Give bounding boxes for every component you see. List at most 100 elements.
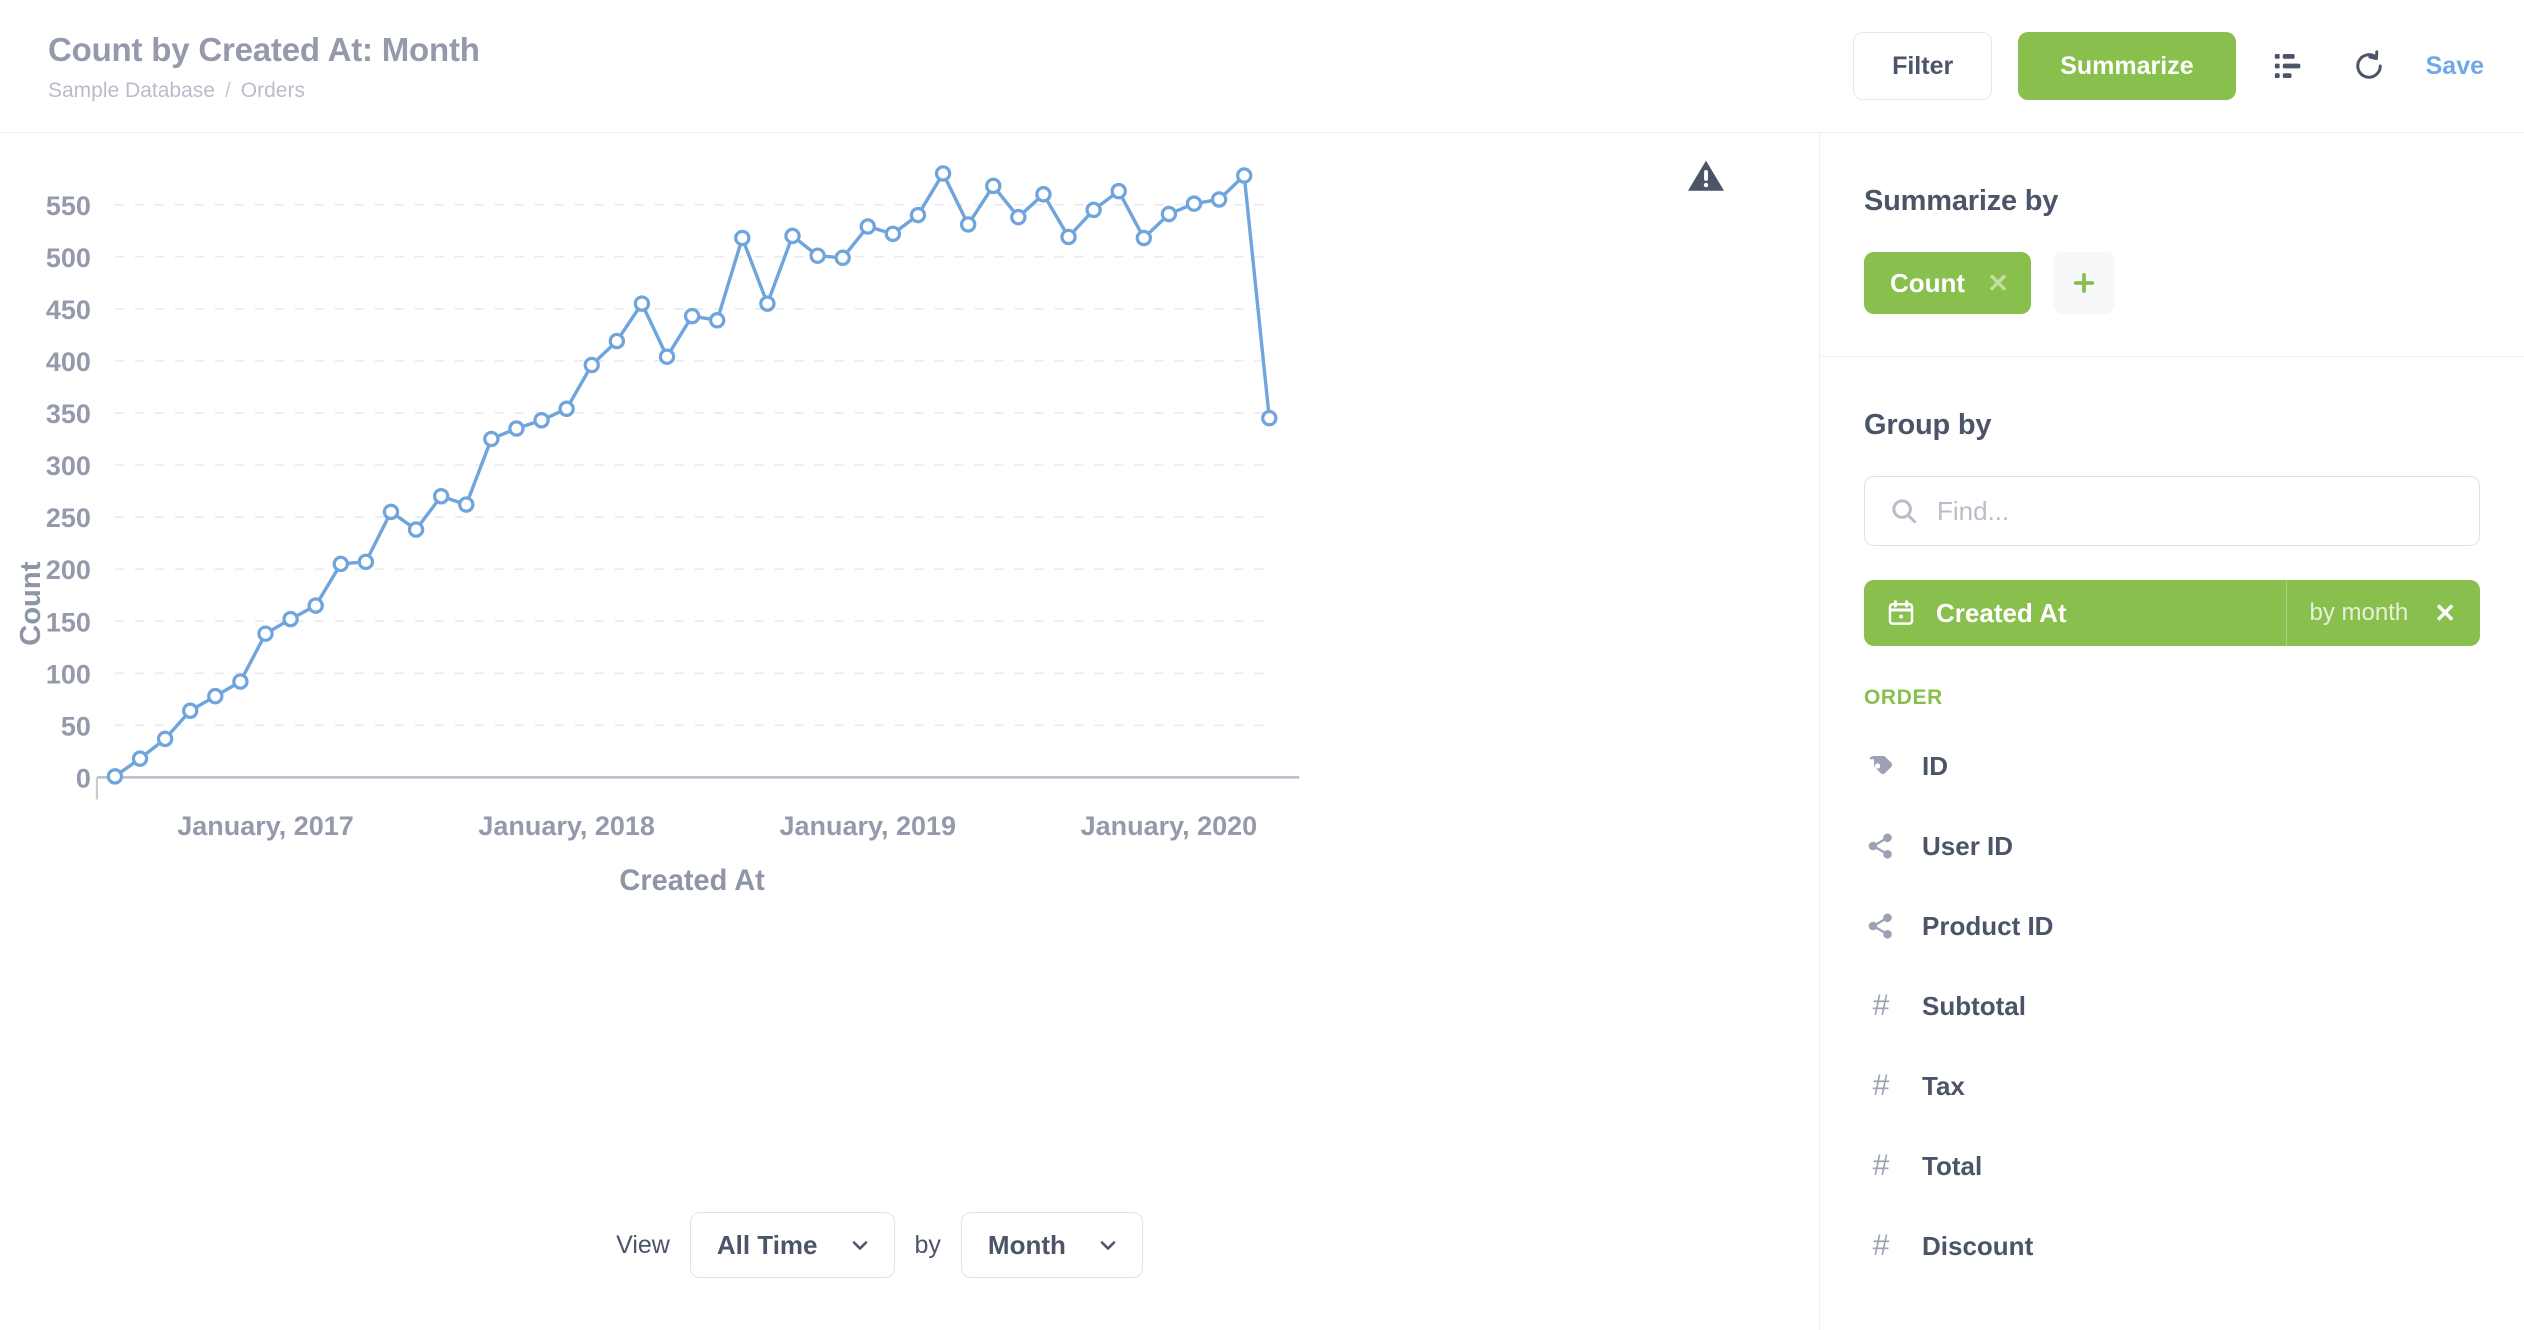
data-point[interactable] — [786, 229, 799, 242]
data-point[interactable] — [1187, 197, 1200, 210]
connection-icon — [1864, 831, 1898, 861]
group-by-pill-created-at[interactable]: Created At by month ✕ — [1864, 580, 2480, 646]
data-point[interactable] — [711, 314, 724, 327]
data-point[interactable] — [936, 167, 949, 180]
data-point[interactable] — [184, 704, 197, 717]
data-point[interactable] — [209, 690, 222, 703]
data-point[interactable] — [510, 422, 523, 435]
field-row[interactable]: #Discount — [1864, 1206, 2480, 1286]
by-label: by — [915, 1231, 941, 1260]
group-pill-bucket[interactable]: by month — [2309, 599, 2408, 627]
field-row[interactable]: ID — [1864, 726, 2480, 806]
data-point[interactable] — [987, 179, 1000, 192]
field-name: Subtotal — [1922, 991, 2026, 1022]
data-point[interactable] — [811, 249, 824, 262]
data-point[interactable] — [962, 218, 975, 231]
data-point[interactable] — [384, 505, 397, 518]
aggregation-pill-count[interactable]: Count ✕ — [1864, 252, 2031, 314]
data-point[interactable] — [761, 297, 774, 310]
refresh-icon[interactable] — [2342, 39, 2396, 93]
data-point[interactable] — [1062, 230, 1075, 243]
close-icon[interactable]: ✕ — [1987, 270, 2009, 296]
data-point[interactable] — [359, 555, 372, 568]
data-point[interactable] — [435, 490, 448, 503]
data-point[interactable] — [1137, 231, 1150, 244]
data-point[interactable] — [911, 208, 924, 221]
y-tick-label: 250 — [46, 502, 91, 533]
data-point[interactable] — [108, 770, 121, 783]
visualization-icon[interactable] — [2262, 39, 2316, 93]
data-point[interactable] — [1012, 211, 1025, 224]
field-name: Total — [1922, 1151, 1982, 1182]
data-point[interactable] — [284, 612, 297, 625]
bucket-select[interactable]: Month — [961, 1212, 1143, 1278]
y-tick-label: 450 — [46, 294, 91, 325]
chart-canvas[interactable]: 050100150200250300350400450500550January… — [0, 133, 1819, 1160]
data-point[interactable] — [886, 227, 899, 240]
field-name: User ID — [1922, 831, 2013, 862]
data-point[interactable] — [1112, 185, 1125, 198]
data-point[interactable] — [1213, 193, 1226, 206]
y-axis-title: Count — [15, 561, 47, 646]
y-tick-label: 150 — [46, 606, 91, 637]
data-point[interactable] — [560, 402, 573, 415]
data-point[interactable] — [1263, 412, 1276, 425]
header-actions: Filter Summarize Save — [1853, 32, 2484, 100]
breadcrumb-database[interactable]: Sample Database — [48, 79, 215, 103]
data-point[interactable] — [133, 752, 146, 765]
data-point[interactable] — [535, 414, 548, 427]
field-row[interactable]: #Subtotal — [1864, 966, 2480, 1046]
data-point[interactable] — [259, 627, 272, 640]
data-point[interactable] — [1037, 188, 1050, 201]
data-point[interactable] — [635, 297, 648, 310]
plus-icon — [2070, 269, 2098, 297]
data-point[interactable] — [309, 599, 322, 612]
summarize-button[interactable]: Summarize — [2018, 32, 2235, 100]
search-input[interactable] — [1937, 496, 2455, 527]
bucket-value: Month — [988, 1230, 1066, 1261]
add-aggregation-button[interactable] — [2053, 252, 2115, 314]
summarize-sidebar: Summarize by Count ✕ Group by — [1820, 133, 2524, 1330]
y-tick-label: 100 — [46, 658, 91, 689]
warning-triangle-icon[interactable] — [1685, 155, 1727, 202]
save-button[interactable]: Save — [2422, 52, 2484, 81]
x-tick-label: January, 2019 — [780, 810, 956, 841]
data-point[interactable] — [159, 732, 172, 745]
group-by-section: Group by — [1820, 357, 2524, 1286]
line-chart[interactable]: 050100150200250300350400450500550January… — [0, 133, 1819, 1160]
data-point[interactable] — [610, 334, 623, 347]
data-point[interactable] — [460, 498, 473, 511]
close-icon[interactable]: ✕ — [2434, 600, 2456, 626]
y-tick-label: 0 — [76, 762, 91, 793]
breadcrumb: Sample Database / Orders — [48, 79, 480, 103]
data-point[interactable] — [736, 231, 749, 244]
data-point[interactable] — [234, 675, 247, 688]
header-title-block: Count by Created At: Month Sample Databa… — [48, 29, 480, 102]
data-point[interactable] — [686, 309, 699, 322]
filter-button[interactable]: Filter — [1853, 32, 1992, 100]
time-range-select[interactable]: All Time — [690, 1212, 895, 1278]
data-point[interactable] — [1087, 203, 1100, 216]
breadcrumb-table[interactable]: Orders — [241, 79, 305, 103]
summarize-by-title: Summarize by — [1864, 185, 2480, 218]
y-tick-label: 350 — [46, 398, 91, 429]
connection-icon — [1864, 911, 1898, 941]
time-range-value: All Time — [717, 1230, 818, 1261]
data-point[interactable] — [836, 251, 849, 264]
field-row[interactable]: User ID — [1864, 806, 2480, 886]
data-point[interactable] — [585, 358, 598, 371]
field-row[interactable]: #Tax — [1864, 1046, 2480, 1126]
data-point[interactable] — [409, 523, 422, 536]
group-pill-right[interactable]: by month ✕ — [2286, 580, 2480, 646]
field-row[interactable]: #Total — [1864, 1126, 2480, 1206]
data-point[interactable] — [1162, 207, 1175, 220]
data-point[interactable] — [485, 432, 498, 445]
data-point[interactable] — [861, 220, 874, 233]
field-row[interactable]: Product ID — [1864, 886, 2480, 966]
y-tick-label: 50 — [61, 710, 91, 741]
data-point[interactable] — [660, 350, 673, 363]
search-icon — [1889, 496, 1919, 526]
data-point[interactable] — [334, 557, 347, 570]
field-search-box[interactable] — [1864, 476, 2480, 546]
data-point[interactable] — [1238, 169, 1251, 182]
